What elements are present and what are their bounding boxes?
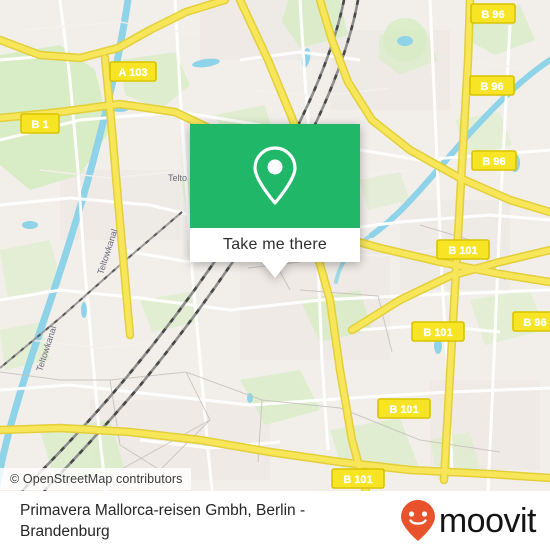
place-name: Primavera Mallorca-reisen Gmbh, Berlin -… (20, 501, 306, 540)
road-shield: B 96 (512, 311, 550, 332)
moovit-logo[interactable]: moovit (399, 499, 537, 543)
road-shield: B 101 (331, 468, 385, 489)
svg-text:B 96: B 96 (523, 317, 546, 329)
map-label-waterway: Telto (168, 173, 187, 183)
svg-text:B 101: B 101 (423, 327, 452, 339)
road-shield: B 96 (469, 75, 515, 96)
svg-text:B 101: B 101 (343, 474, 372, 486)
svg-text:B 1: B 1 (31, 119, 48, 131)
svg-text:B 96: B 96 (480, 81, 503, 93)
svg-text:B 96: B 96 (482, 156, 505, 168)
svg-text:A 103: A 103 (119, 67, 148, 79)
map-pin-icon (253, 146, 297, 205)
popup-action[interactable]: Take me there (190, 228, 360, 262)
map-attribution: © OpenStreetMap contributors (0, 468, 191, 490)
svg-text:B 101: B 101 (389, 404, 418, 416)
popup-header (190, 124, 360, 228)
svg-text:B 96: B 96 (481, 9, 504, 21)
footer-bar: Primavera Mallorca-reisen Gmbh, Berlin -… (0, 491, 550, 550)
moovit-smiley-pin-icon (400, 499, 435, 541)
road-shield: B 101 (377, 398, 431, 419)
map-screenshot: Teltowkanal Teltowkanal Telto A 103 B 1 (0, 0, 550, 550)
road-shield: A 103 (109, 61, 157, 82)
road-shield: B 1 (20, 113, 60, 134)
location-popup[interactable]: Take me there (190, 124, 360, 278)
svg-text:B 101: B 101 (448, 245, 477, 257)
road-shield: B 96 (471, 150, 517, 171)
popup-tail (262, 262, 288, 278)
road-shield: B 96 (470, 3, 516, 24)
take-me-there-label: Take me there (223, 236, 327, 253)
moovit-wordmark: moovit (438, 501, 537, 540)
road-shield: B 101 (411, 321, 465, 342)
road-shield: B 101 (436, 239, 490, 260)
